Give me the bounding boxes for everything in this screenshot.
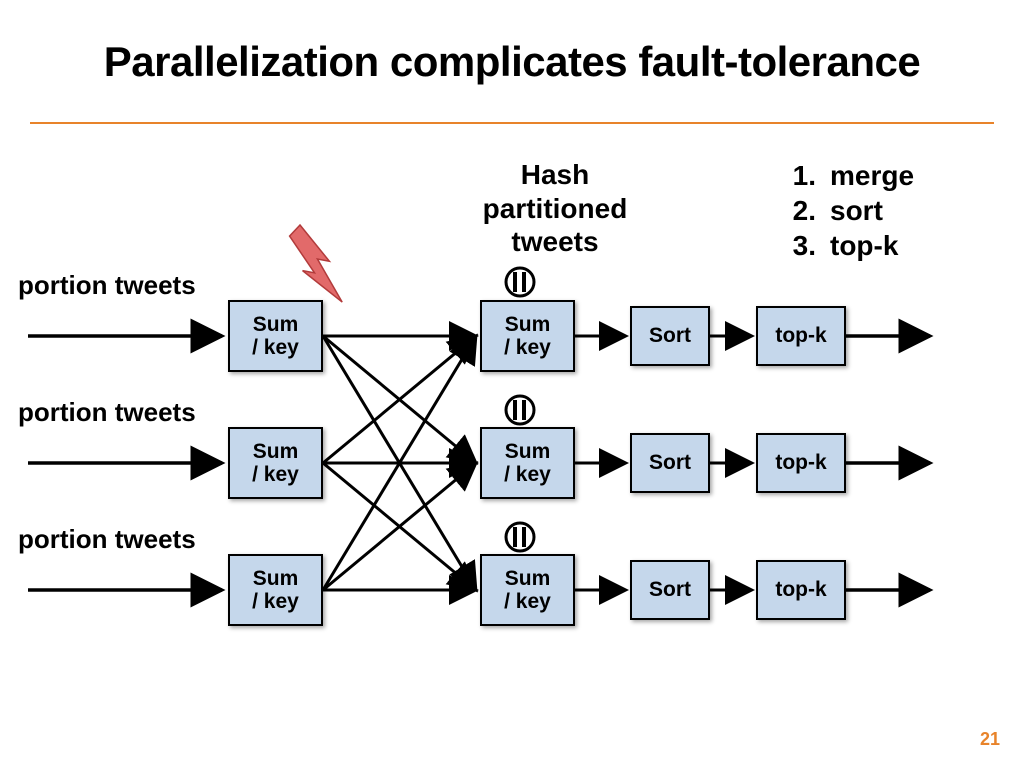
sumkey-a-2: Sum/ key — [228, 427, 323, 499]
text: Sum — [505, 440, 551, 463]
text: / key — [252, 336, 299, 359]
diagram: Hash partitioned tweets 1. merge 2. sort… — [0, 0, 1024, 768]
sumkey-a-3: Sum/ key — [228, 554, 323, 626]
text: top-k — [775, 578, 826, 601]
sort-1: Sort — [630, 306, 710, 366]
sumkey-a-1: Sum/ key — [228, 300, 323, 372]
text: top-k — [775, 324, 826, 347]
topk-3: top-k — [756, 560, 846, 620]
connectors — [0, 0, 1024, 768]
text: Sum — [505, 567, 551, 590]
pause-icon — [506, 268, 534, 296]
text: Sort — [649, 451, 691, 474]
page-number: 21 — [980, 729, 1000, 750]
sumkey-b-1: Sum/ key — [480, 300, 575, 372]
text: Sum — [253, 567, 299, 590]
text: / key — [504, 463, 551, 486]
text: Sort — [649, 578, 691, 601]
pause-icon — [506, 523, 534, 551]
topk-2: top-k — [756, 433, 846, 493]
text: / key — [252, 590, 299, 613]
text: Sum — [253, 313, 299, 336]
text: / key — [504, 336, 551, 359]
text: Sort — [649, 324, 691, 347]
text: / key — [504, 590, 551, 613]
pause-icon — [506, 396, 534, 424]
text: / key — [252, 463, 299, 486]
text: Sum — [505, 313, 551, 336]
sumkey-b-2: Sum/ key — [480, 427, 575, 499]
bolt-icon — [275, 223, 362, 302]
sort-2: Sort — [630, 433, 710, 493]
sort-3: Sort — [630, 560, 710, 620]
topk-1: top-k — [756, 306, 846, 366]
text: Sum — [253, 440, 299, 463]
text: top-k — [775, 451, 826, 474]
sumkey-b-3: Sum/ key — [480, 554, 575, 626]
